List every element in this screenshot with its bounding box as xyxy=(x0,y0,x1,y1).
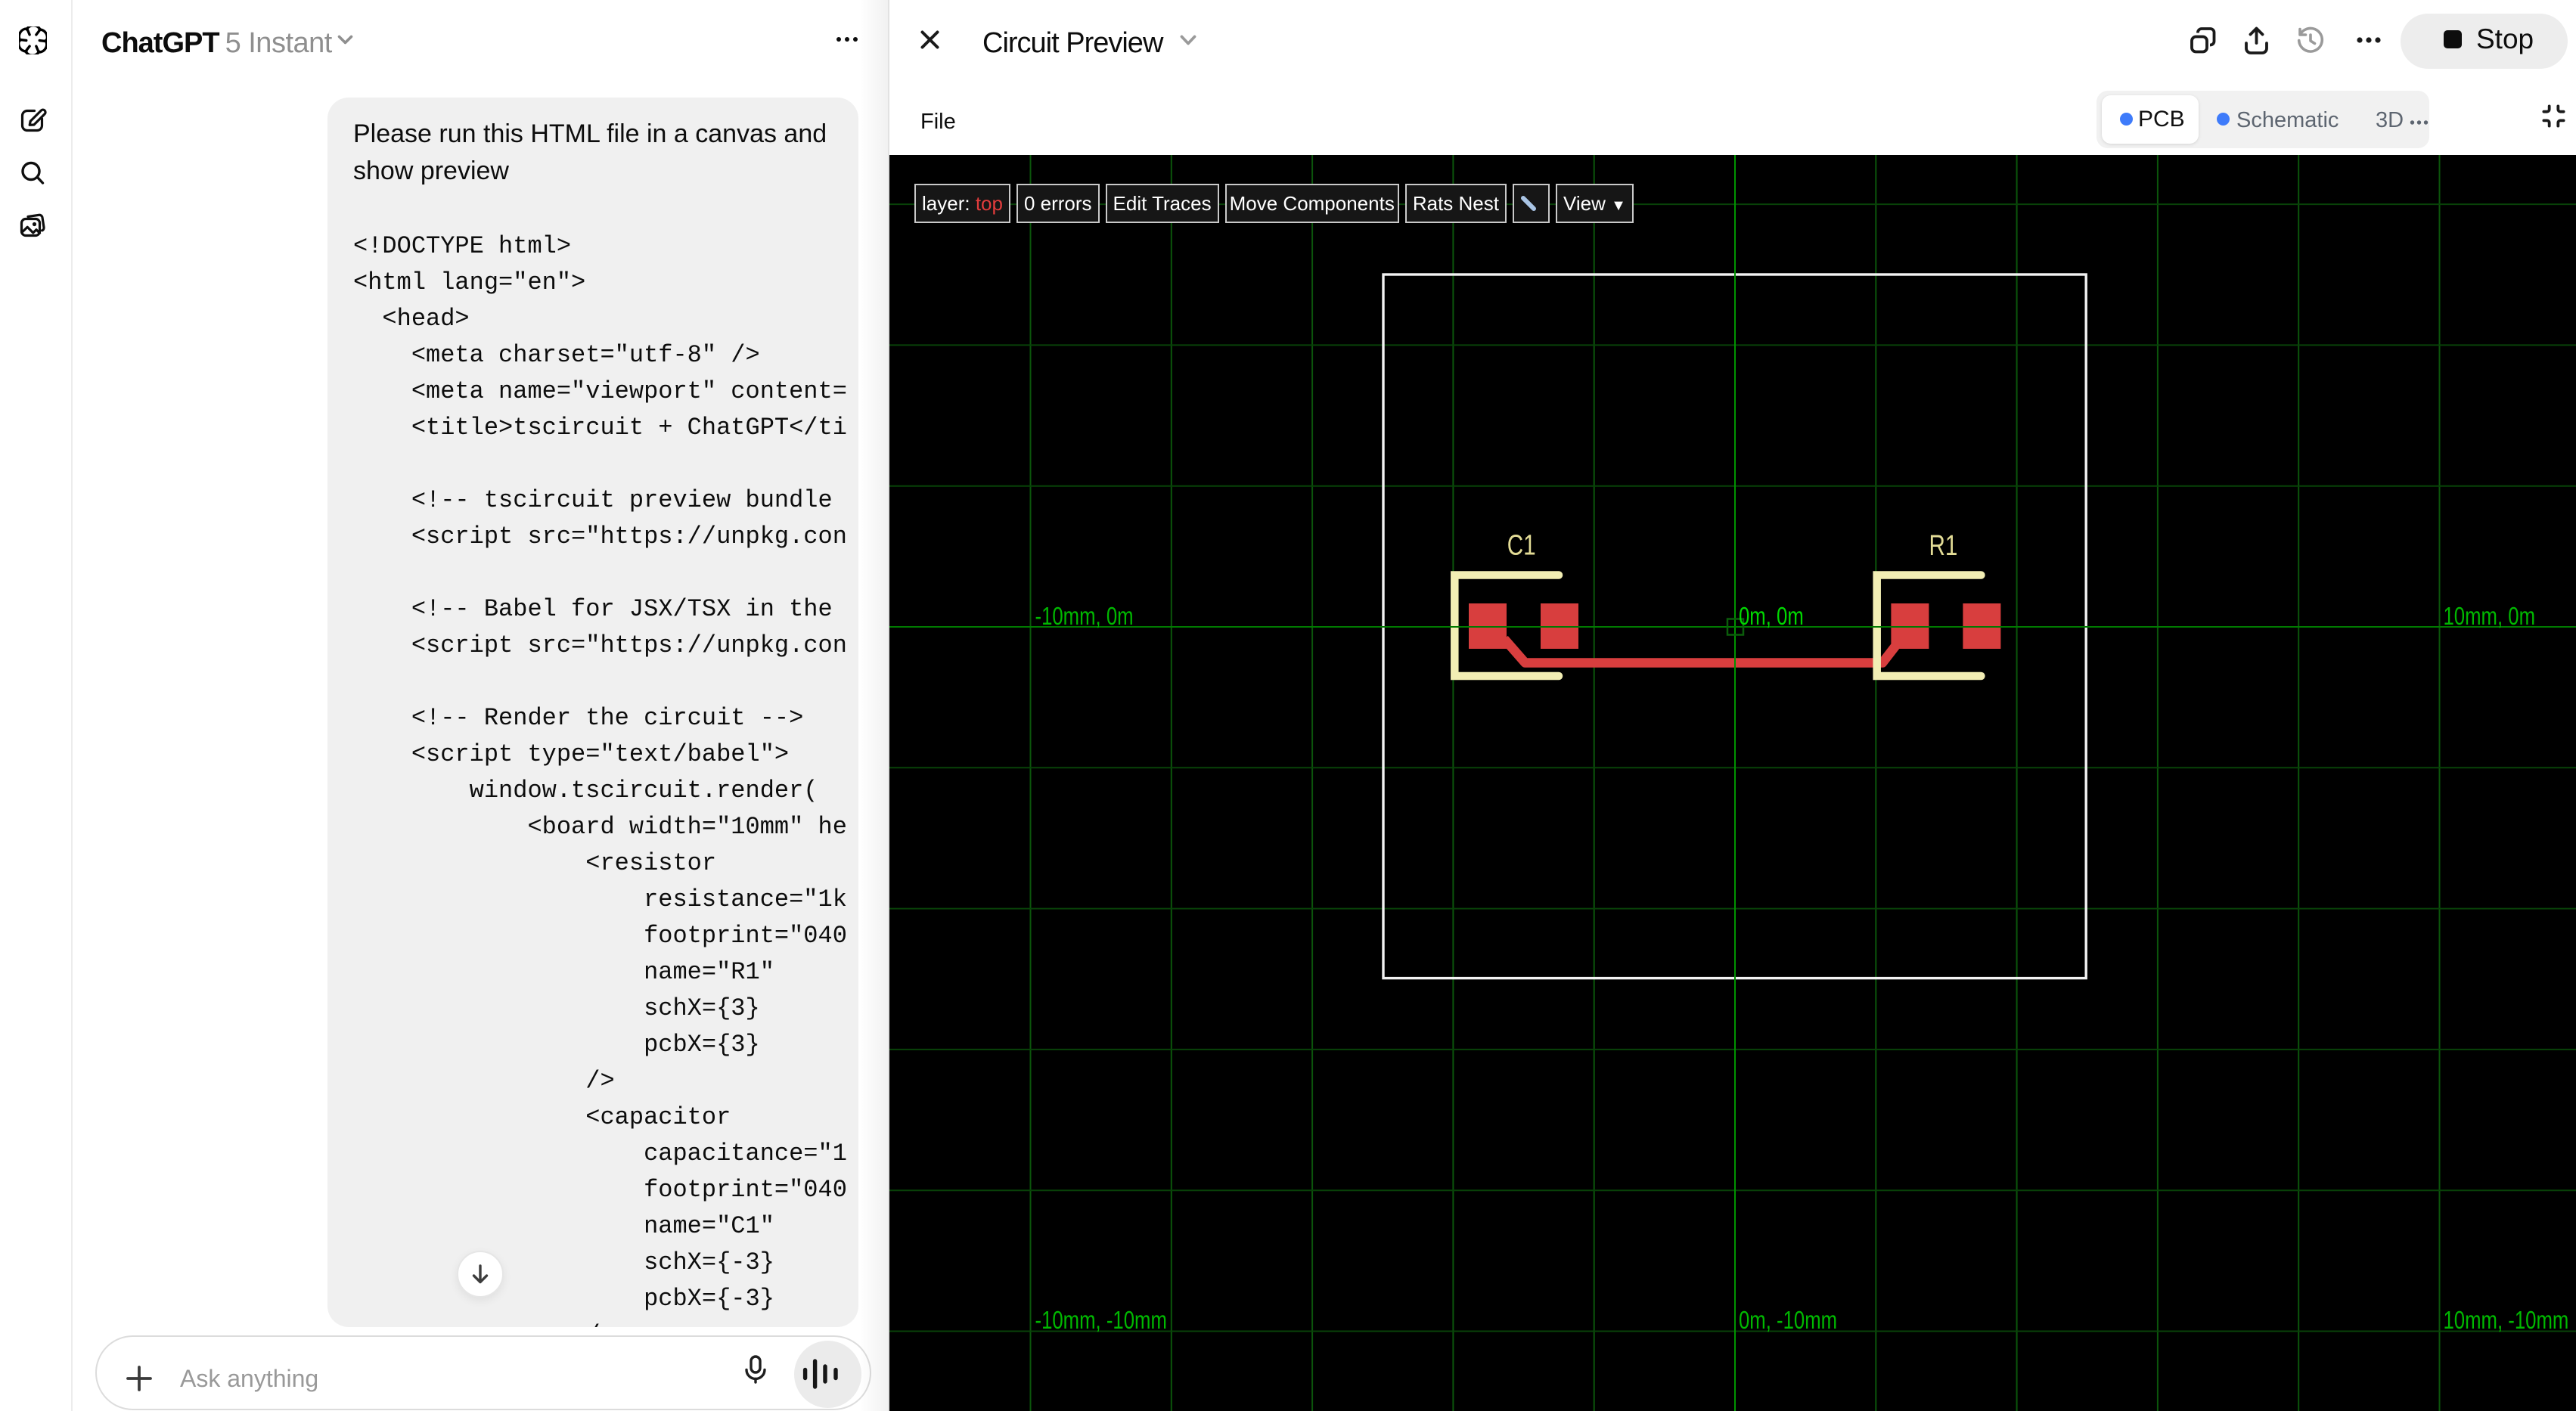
svg-text:C1: C1 xyxy=(1507,529,1536,561)
svg-text:10mm, -10mm: 10mm, -10mm xyxy=(2444,1307,2569,1335)
svg-text:10mm, 0m: 10mm, 0m xyxy=(2444,603,2536,631)
svg-text:R1: R1 xyxy=(1929,530,1957,562)
svg-text:-10mm, -10mm: -10mm, -10mm xyxy=(1035,1307,1167,1335)
svg-text:0m, 0m: 0m, 0m xyxy=(1739,603,1804,631)
svg-text:0m, -10mm: 0m, -10mm xyxy=(1739,1307,1837,1335)
svg-text:-10mm, 0m: -10mm, 0m xyxy=(1035,603,1134,631)
